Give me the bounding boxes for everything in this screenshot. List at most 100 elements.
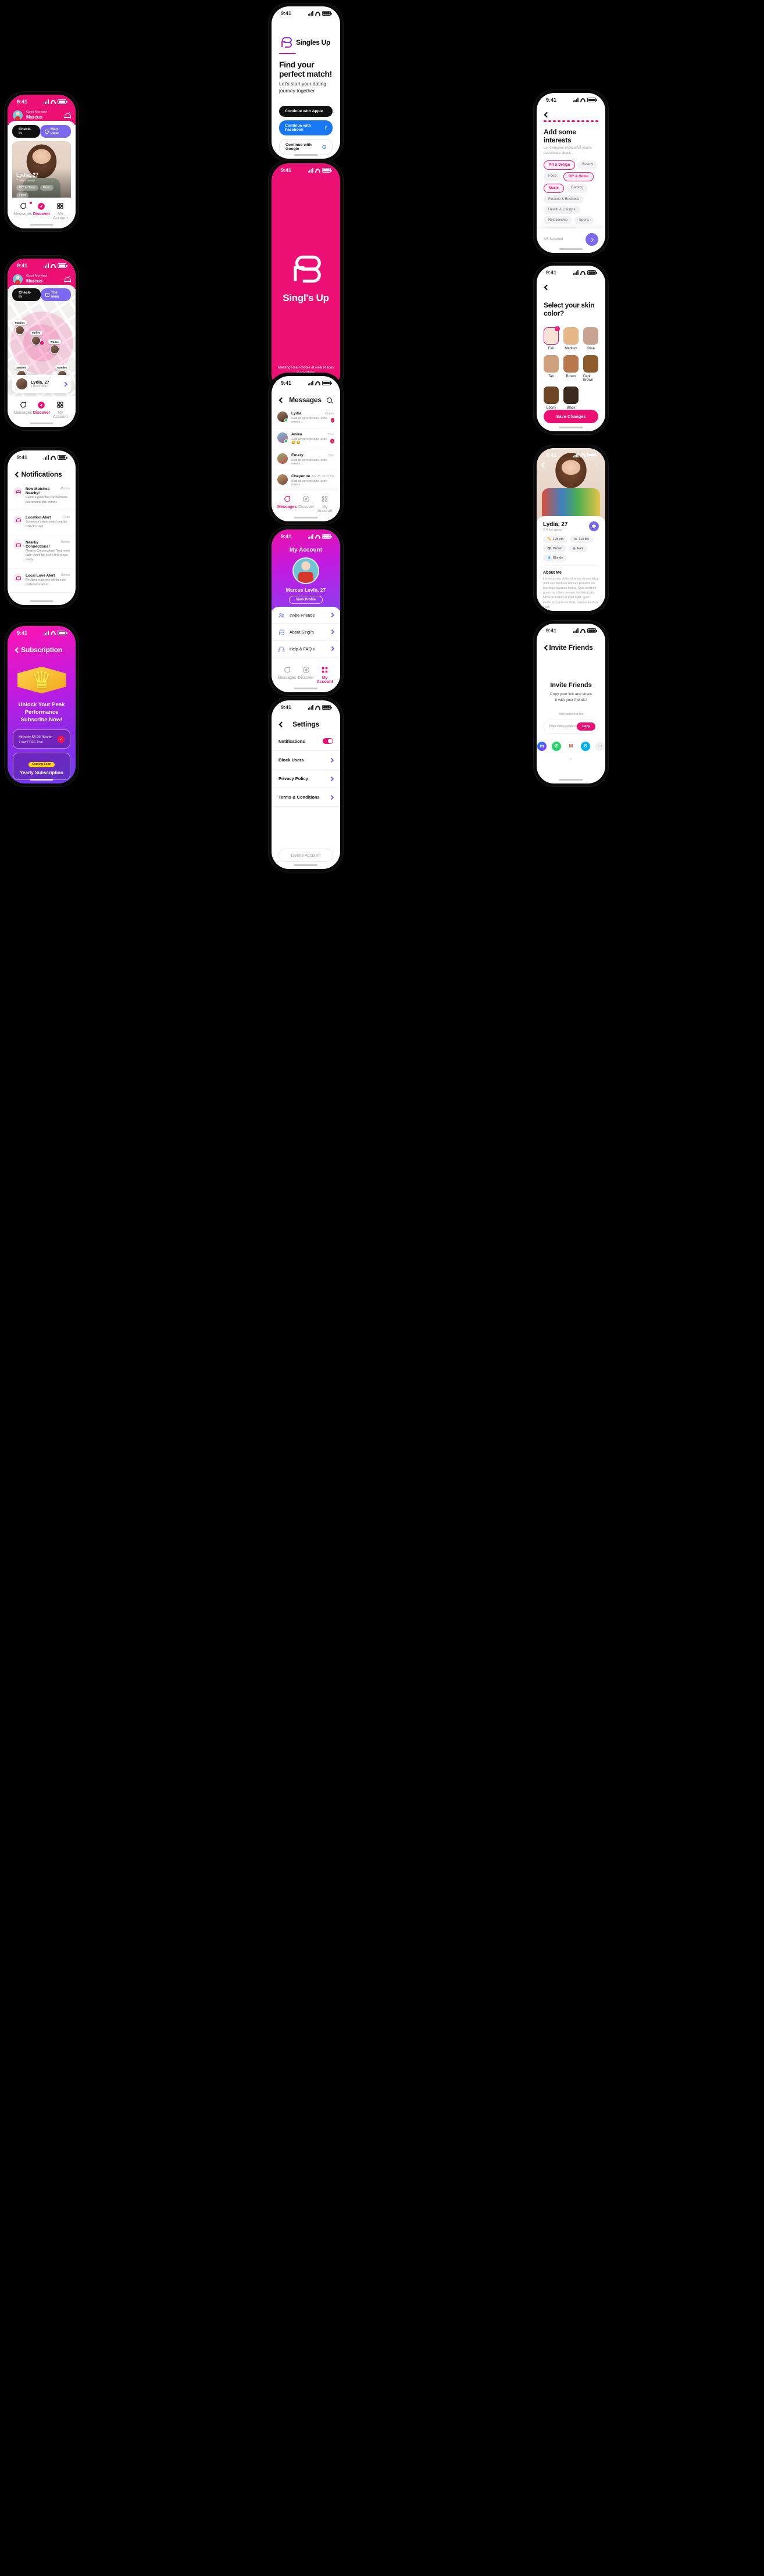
status-bar: 9:41 xyxy=(537,448,605,462)
plan-period: /Month xyxy=(41,736,53,740)
check-in-button[interactable]: Check-in xyxy=(12,125,41,138)
chip-beauty[interactable]: Beauty xyxy=(577,160,598,170)
list-item[interactable]: Local Love Alert 45mins Exciting matches … xyxy=(8,568,76,593)
map-view-button[interactable]: Map view xyxy=(40,125,71,138)
status-time: 9:41 xyxy=(546,270,557,276)
map-profile-card[interactable]: Lydia, 27 7 miles away xyxy=(12,375,72,393)
tab-my-account[interactable]: My Account xyxy=(315,666,334,684)
list-item[interactable]: Lydia 45mins Sed ut perspiciatis unde omn… xyxy=(272,407,340,428)
whatsapp-icon[interactable]: ✆ xyxy=(552,741,561,751)
plan-monthly[interactable]: Monthly $6.99 /Month 7 day FREE Trial ✓ xyxy=(13,729,70,749)
bell-icon xyxy=(13,573,22,582)
messenger-icon[interactable]: m xyxy=(537,741,547,751)
google-label: Continue with Google xyxy=(285,143,312,152)
chip-art-design[interactable]: Art & Design xyxy=(544,160,576,170)
tab-messages[interactable]: Messages xyxy=(277,495,297,513)
map-marker[interactable]: 50miles xyxy=(13,320,27,335)
swatch-fair[interactable]: ✓ Fair xyxy=(544,325,560,350)
swatch-ebony[interactable]: Ebony xyxy=(544,386,559,410)
eye-icon: 👁 xyxy=(547,547,552,550)
check-in-button[interactable]: Check-in xyxy=(12,288,41,301)
search-icon[interactable] xyxy=(327,397,332,403)
gmail-icon[interactable]: M xyxy=(566,741,576,751)
tab-discover[interactable]: Discover xyxy=(297,666,316,684)
notification-title: Local Love Alert xyxy=(26,573,55,578)
copy-button[interactable]: Copy xyxy=(577,722,595,731)
back-icon[interactable] xyxy=(541,462,547,468)
continue-with-facebook-button[interactable]: Continue with Facebook f xyxy=(279,120,333,136)
progress-dashes xyxy=(537,120,605,122)
bell-icon[interactable] xyxy=(64,111,71,119)
swatch-brown[interactable]: Brown xyxy=(563,355,579,382)
notifications-toggle[interactable] xyxy=(323,738,333,744)
map-marker[interactable]: 7miles xyxy=(48,339,61,355)
save-changes-button[interactable]: Save Changes xyxy=(544,409,598,423)
setting-notifications[interactable]: Notifications xyxy=(272,732,340,751)
swatch-dark-brown[interactable]: Dark Brown xyxy=(583,355,598,382)
bell-icon[interactable] xyxy=(64,275,71,283)
list-item[interactable]: Emery 3 hrs Sed ut perspiciatis unde omni… xyxy=(272,449,340,470)
tab-messages[interactable]: Messages xyxy=(13,202,33,220)
list-item[interactable]: Cheyenne Apr 23, 08:00 PM Sed ut perspici… xyxy=(272,470,340,491)
list-item[interactable]: Location Alert 2 hrs Someone's interested… xyxy=(8,510,76,535)
map-canvas[interactable]: 50miles 9miles 7miles 40miles 50miles Ch… xyxy=(8,285,76,396)
map-marker[interactable]: 9miles xyxy=(30,330,42,345)
message-list: Lydia 45mins Sed ut perspiciatis unde omn… xyxy=(272,407,340,491)
swatch-medium[interactable]: Medium xyxy=(563,327,579,350)
tab-messages[interactable]: Messages xyxy=(277,666,297,684)
more-icon[interactable]: ··· xyxy=(595,741,605,751)
tab-discover[interactable]: Discover xyxy=(32,202,51,220)
profile-card[interactable]: Lydia, 27 7 miles away DIY & Home Music … xyxy=(12,141,71,198)
tab-my-account[interactable]: My Account xyxy=(316,495,334,513)
chip-diy-home[interactable]: DIY & Home xyxy=(563,172,594,182)
back-icon[interactable] xyxy=(544,284,550,291)
map-view-label: Map view xyxy=(50,127,59,135)
phone-discover: 9:41 Good Morning! Marcus Check-in Map v… xyxy=(5,92,78,231)
status-time: 9:41 xyxy=(17,263,28,269)
list-item[interactable]: Nearby Connections! 45mins Nearby Connect… xyxy=(8,535,76,568)
tab-discover[interactable]: Discover xyxy=(32,400,51,419)
skype-icon[interactable]: S xyxy=(581,741,590,751)
chip-relationship[interactable]: Relationship xyxy=(544,216,573,225)
chip-sports[interactable]: Sports xyxy=(574,216,594,225)
continue-with-google-button[interactable]: Continue with Google G xyxy=(279,139,333,156)
headset-icon xyxy=(278,645,285,652)
tab-my-account[interactable]: My Account xyxy=(51,202,70,220)
view-profile-button[interactable]: View Profile xyxy=(289,596,323,604)
swatch-tan[interactable]: Tan xyxy=(544,355,559,382)
back-icon[interactable] xyxy=(544,112,550,118)
chip-music[interactable]: Music xyxy=(544,184,565,194)
next-button[interactable] xyxy=(586,233,598,246)
notification-title: Nearby Connections! xyxy=(26,540,50,549)
phone-notifications: 9:41 Notifications New Matches Nearby! 45… xyxy=(5,448,78,608)
tile-view-button[interactable]: Tile view xyxy=(40,288,71,301)
continue-with-apple-button[interactable]: Continue with Apple xyxy=(279,106,333,117)
chip-gaming[interactable]: Gaming xyxy=(566,184,588,194)
setting-privacy-policy[interactable]: Privacy Policy xyxy=(272,770,340,788)
tab-messages[interactable]: Messages xyxy=(13,400,32,419)
delete-account-button[interactable]: Delete Account xyxy=(279,849,333,862)
swatch-olive[interactable]: Olive xyxy=(583,327,598,350)
chat-button[interactable]: 💬 xyxy=(589,521,599,531)
chip-health-lifestyle[interactable]: Health & Lifestyle xyxy=(544,206,580,214)
chevron-right-icon xyxy=(329,612,335,618)
menu-item-help[interactable]: Help & FAQ's xyxy=(272,641,340,657)
menu-item-invite-friends[interactable]: Invite Friends xyxy=(272,607,340,624)
swatch-black[interactable]: Black xyxy=(563,386,579,410)
plan-yearly[interactable]: Coming Soon Yearly Subscription xyxy=(13,753,70,781)
setting-block-users[interactable]: Block Users xyxy=(272,751,340,770)
list-item[interactable]: New Matches Nearby! 45mins Explore potent… xyxy=(8,482,76,511)
profile-sheet: Lydia, 27 2.4 km away 💬 📏 178 cm ⚖ 110 lbs… xyxy=(537,516,605,611)
setting-terms[interactable]: Terms & Conditions xyxy=(272,788,340,807)
avatar[interactable] xyxy=(13,274,23,284)
menu-item-settings[interactable]: Settings xyxy=(272,657,340,661)
chip-finance-business[interactable]: Finance & Business xyxy=(544,195,584,204)
invite-link-field[interactable]: https://play.google.com/store... Copy xyxy=(544,719,598,734)
tab-my-account[interactable]: My Account xyxy=(51,400,70,419)
list-item[interactable]: Anika 2 hrs Sed ut perspiciatis unde 😅 😅 2 xyxy=(272,428,340,449)
status-bar: 9:41 xyxy=(272,376,340,390)
avatar[interactable] xyxy=(13,110,23,120)
tab-discover[interactable]: Discover xyxy=(297,495,315,513)
menu-item-about[interactable]: About Singl's xyxy=(272,624,340,641)
chip-food[interactable]: Food xyxy=(544,172,561,182)
